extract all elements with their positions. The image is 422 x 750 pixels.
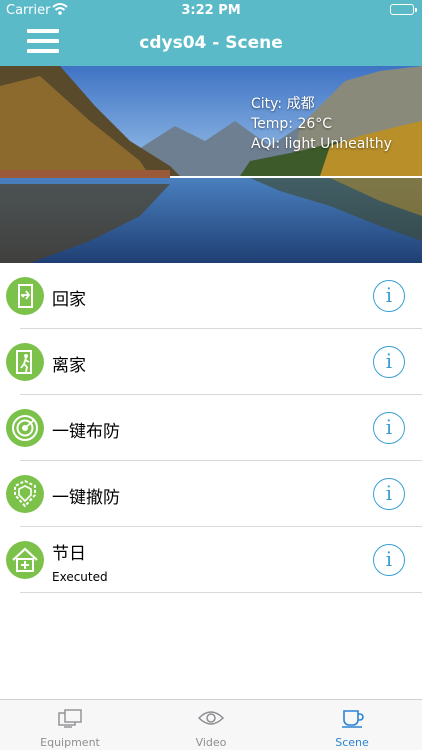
status-bar: Carrier 3:22 PM (0, 0, 422, 20)
battery-icon (390, 4, 417, 15)
scene-name: 节日 (52, 544, 86, 564)
tab-label: Equipment (40, 736, 100, 749)
scene-row-disarm[interactable]: 一键撤防 i (0, 461, 422, 527)
scene-row-holiday[interactable]: 节日 Executed i (0, 527, 422, 593)
tab-label: Video (195, 736, 227, 749)
door-leave-icon (6, 343, 44, 381)
weather-city: City: 成都 (251, 96, 315, 112)
scene-row-leave[interactable]: 离家 i (0, 329, 422, 395)
page-title: cdys04 - Scene (139, 33, 283, 53)
info-button[interactable]: i (373, 478, 405, 510)
tab-label: Scene (335, 736, 369, 749)
weather-info: City: 成都 Temp: 26°C AQI: light Unhealthy (251, 94, 392, 154)
scene-name: 一键布防 (52, 422, 120, 442)
weather-temp: Temp: 26°C (251, 116, 333, 132)
nav-bar: cdys04 - Scene (0, 20, 422, 66)
divider (20, 592, 422, 593)
info-button[interactable]: i (373, 544, 405, 576)
scene-row-home[interactable]: 回家 i (0, 263, 422, 329)
equipment-icon (55, 708, 85, 728)
info-button[interactable]: i (373, 346, 405, 378)
scene-name: 一键撤防 (52, 488, 120, 508)
scene-name: 回家 (52, 290, 86, 310)
tab-bar: Equipment Video Scene (0, 699, 422, 750)
eye-icon (196, 708, 226, 728)
scene-row-arm[interactable]: 一键布防 i (0, 395, 422, 461)
tab-scene[interactable]: Scene (282, 700, 422, 750)
cup-icon (337, 708, 367, 728)
door-enter-icon (6, 277, 44, 315)
info-button[interactable]: i (373, 280, 405, 312)
tab-video[interactable]: Video (141, 700, 281, 750)
weather-aqi: AQI: light Unhealthy (251, 136, 392, 152)
info-button[interactable]: i (373, 412, 405, 444)
scene-list: 回家 i 离家 i 一键布防 i 一键撤防 i 节日 Executed i (0, 263, 422, 593)
holiday-house-icon (6, 541, 44, 579)
arm-shield-icon (6, 409, 44, 447)
disarm-shield-icon (6, 475, 44, 513)
clock: 3:22 PM (181, 3, 241, 18)
scene-name: 离家 (52, 356, 86, 376)
tab-equipment[interactable]: Equipment (0, 700, 140, 750)
scene-status: Executed (52, 570, 108, 584)
